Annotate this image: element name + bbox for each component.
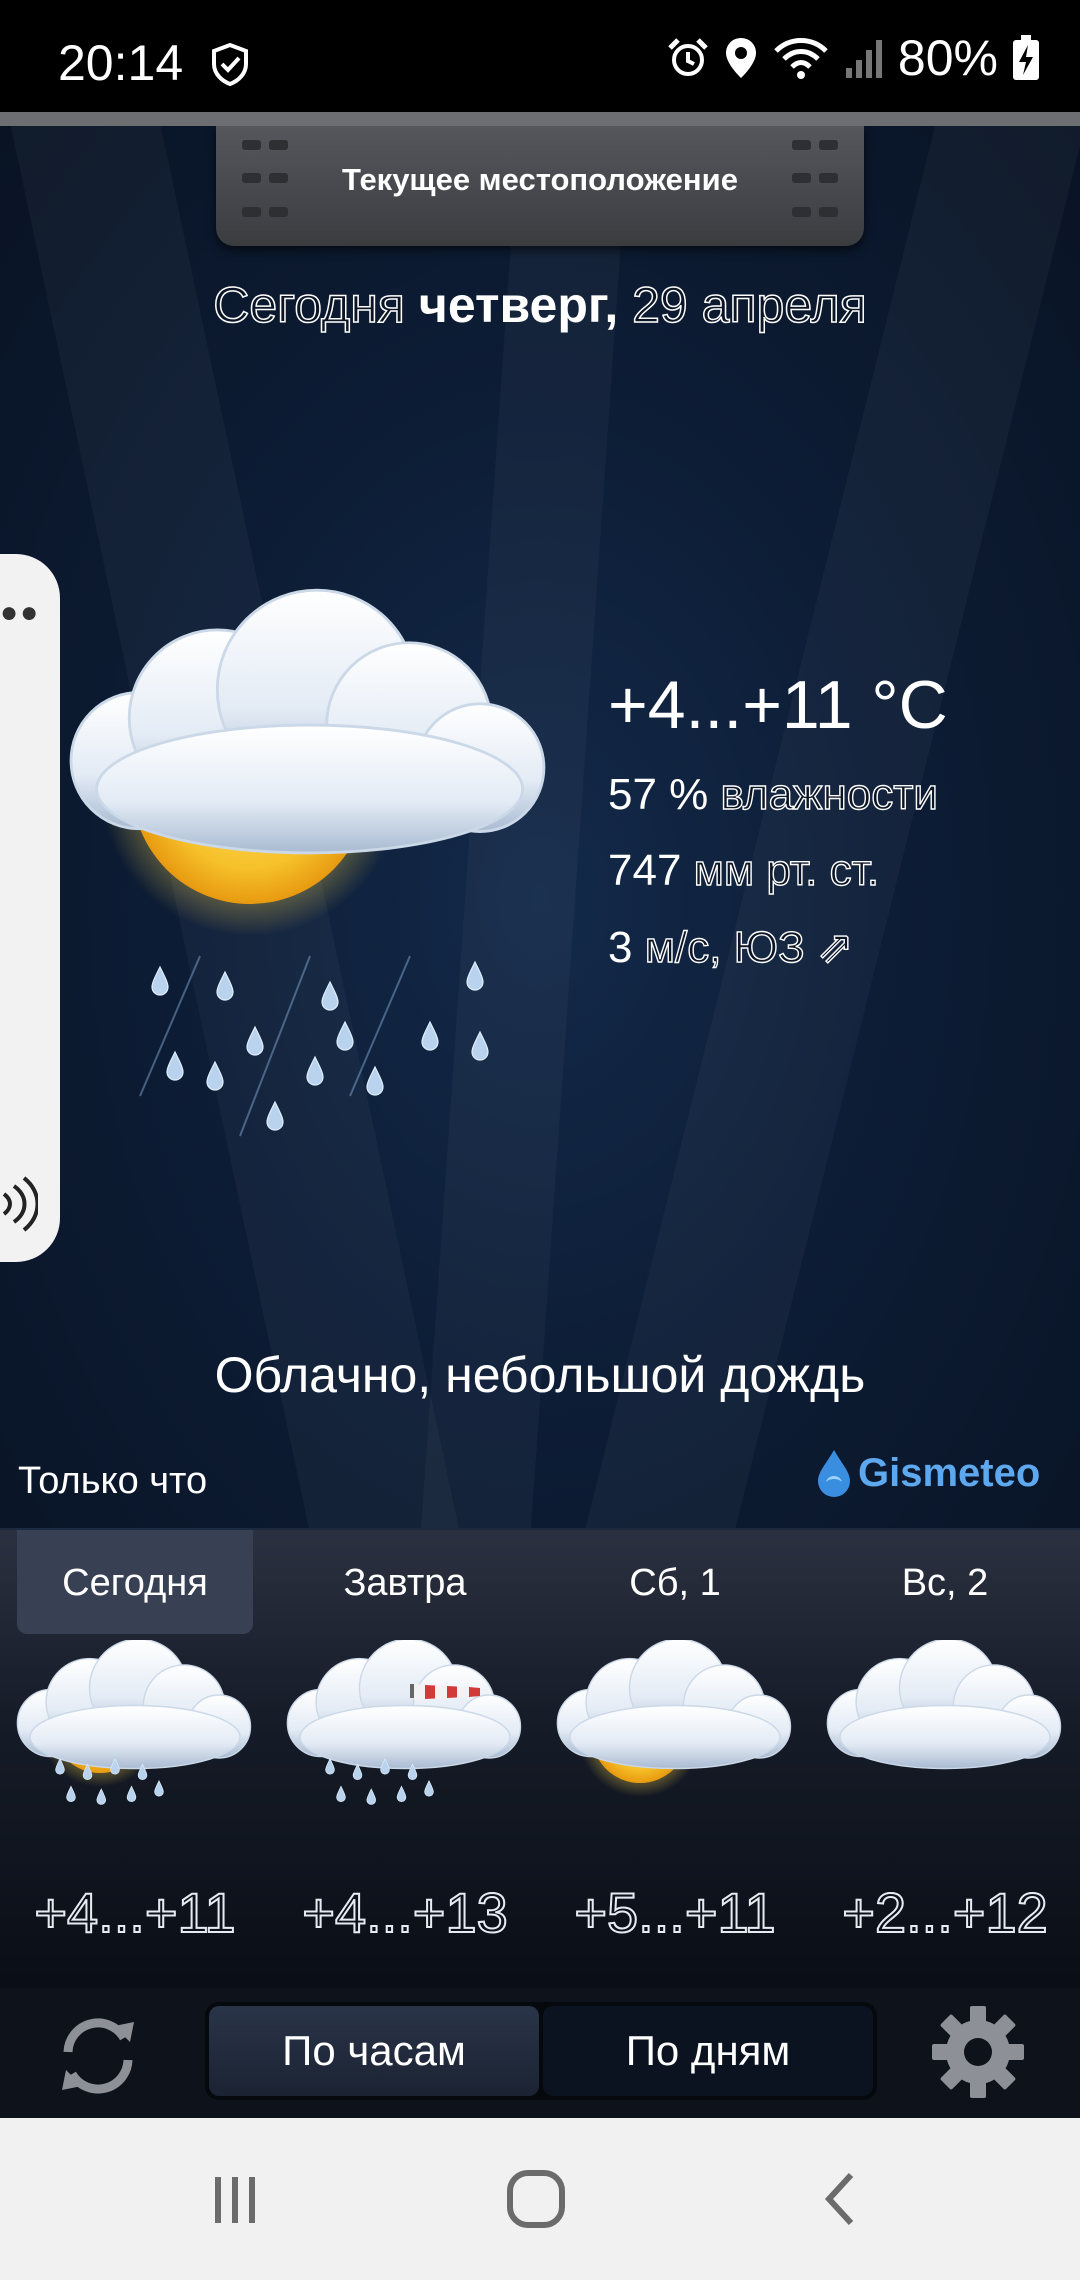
- status-bar: 20:14 80%: [0, 0, 1080, 112]
- gismeteo-logo: Gismeteo: [814, 1448, 1040, 1498]
- home-icon[interactable]: [491, 2154, 581, 2244]
- current-temperature: +4...+11 °C: [608, 667, 948, 743]
- grip-handle-right-icon: [792, 140, 838, 232]
- wifi-icon: [774, 38, 828, 79]
- cloud-rain-wind-icon: [286, 1640, 522, 1805]
- location-label: Текущее местоположение: [342, 162, 738, 197]
- top-divider: [0, 112, 1080, 126]
- updated-time: Только что: [18, 1460, 208, 1502]
- forecast-day-saturday[interactable]: Сб, 1 +5...+11: [540, 1530, 810, 1988]
- refresh-icon[interactable]: [48, 2006, 148, 2106]
- sun-cloud-rain-icon: [16, 1640, 252, 1805]
- forecast-day-tomorrow[interactable]: Завтра +4...+13: [270, 1530, 540, 1988]
- sound-waves-icon: [2, 1176, 38, 1232]
- forecast-strip: Сегодня +4...+11 Завтра +4...+13 Сб, 1 +…: [0, 1530, 1080, 1988]
- status-icons: 80%: [666, 30, 1040, 86]
- location-pin-icon: [725, 38, 756, 78]
- weather-condition: Облачно, небольшой дождь: [214, 1347, 866, 1403]
- sun-cloud-icon: [556, 1640, 792, 1797]
- date-prefix: Сегодня: [213, 276, 406, 334]
- shield-check-icon: [212, 42, 248, 86]
- battery-charging-icon: [1013, 35, 1039, 80]
- pressure-value: 747: [608, 846, 682, 895]
- pressure: 747 мм рт. ст.: [608, 845, 880, 896]
- day-label: Сб, 1: [629, 1562, 721, 1604]
- forecast-day-today[interactable]: Сегодня +4...+11: [0, 1530, 270, 1988]
- system-navigation-bar: [0, 2118, 1080, 2280]
- day-temperature: +2...+12: [841, 1880, 1049, 1945]
- humidity-label: влажности: [720, 769, 939, 819]
- status-time: 20:14: [58, 35, 184, 91]
- humidity: 57 % влажности: [608, 769, 939, 820]
- cloud-icon: [826, 1640, 1062, 1770]
- daily-button[interactable]: По дням: [543, 2006, 873, 2096]
- more-dots-icon: ●●: [0, 596, 41, 629]
- day-label: Вс, 2: [901, 1562, 989, 1604]
- background-ray: [585, 126, 1080, 1530]
- date-line: Сегодня четверг, 29 апреля: [0, 276, 1080, 334]
- gismeteo-logo-text: Gismeteo: [858, 1450, 1041, 1495]
- bottom-toolbar: По часам По дням: [0, 1988, 1080, 2118]
- battery-percentage: 80%: [897, 30, 998, 86]
- wind: 3 м/с, ЮЗ ⇗: [608, 922, 854, 973]
- wind-direction-arrow-icon: ⇗: [816, 922, 854, 972]
- date-day: 29 апреля: [631, 276, 867, 334]
- alarm-icon: [668, 38, 708, 76]
- gear-icon[interactable]: [928, 2002, 1028, 2102]
- location-selector[interactable]: Текущее местоположение: [216, 126, 864, 246]
- day-label: Завтра: [343, 1562, 467, 1604]
- date-weekday: четверг,: [418, 277, 619, 333]
- hourly-button[interactable]: По часам: [209, 2006, 539, 2096]
- pressure-label: мм рт. ст.: [693, 845, 880, 895]
- forecast-day-sunday[interactable]: Вс, 2 +2...+12: [810, 1530, 1080, 1988]
- partly-cloudy-rain-icon: [69, 588, 546, 1137]
- recent-apps-icon[interactable]: [190, 2154, 280, 2244]
- humidity-value: 57 %: [608, 770, 709, 819]
- signal-icon: [845, 40, 882, 78]
- current-weather-panel: Текущее местоположение Сегодня четверг, …: [0, 126, 1080, 1530]
- wind-label: м/с, ЮЗ: [644, 922, 805, 972]
- day-label: Сегодня: [62, 1562, 208, 1604]
- view-mode-toggle: По часам По дням: [205, 2002, 877, 2100]
- day-temperature: +4...+11: [33, 1880, 236, 1945]
- day-temperature: +4...+13: [301, 1880, 509, 1945]
- day-temperature: +5...+11: [573, 1880, 776, 1945]
- wind-value: 3: [608, 923, 633, 972]
- back-icon[interactable]: [795, 2154, 885, 2244]
- gismeteo-drop-icon: [818, 1450, 850, 1497]
